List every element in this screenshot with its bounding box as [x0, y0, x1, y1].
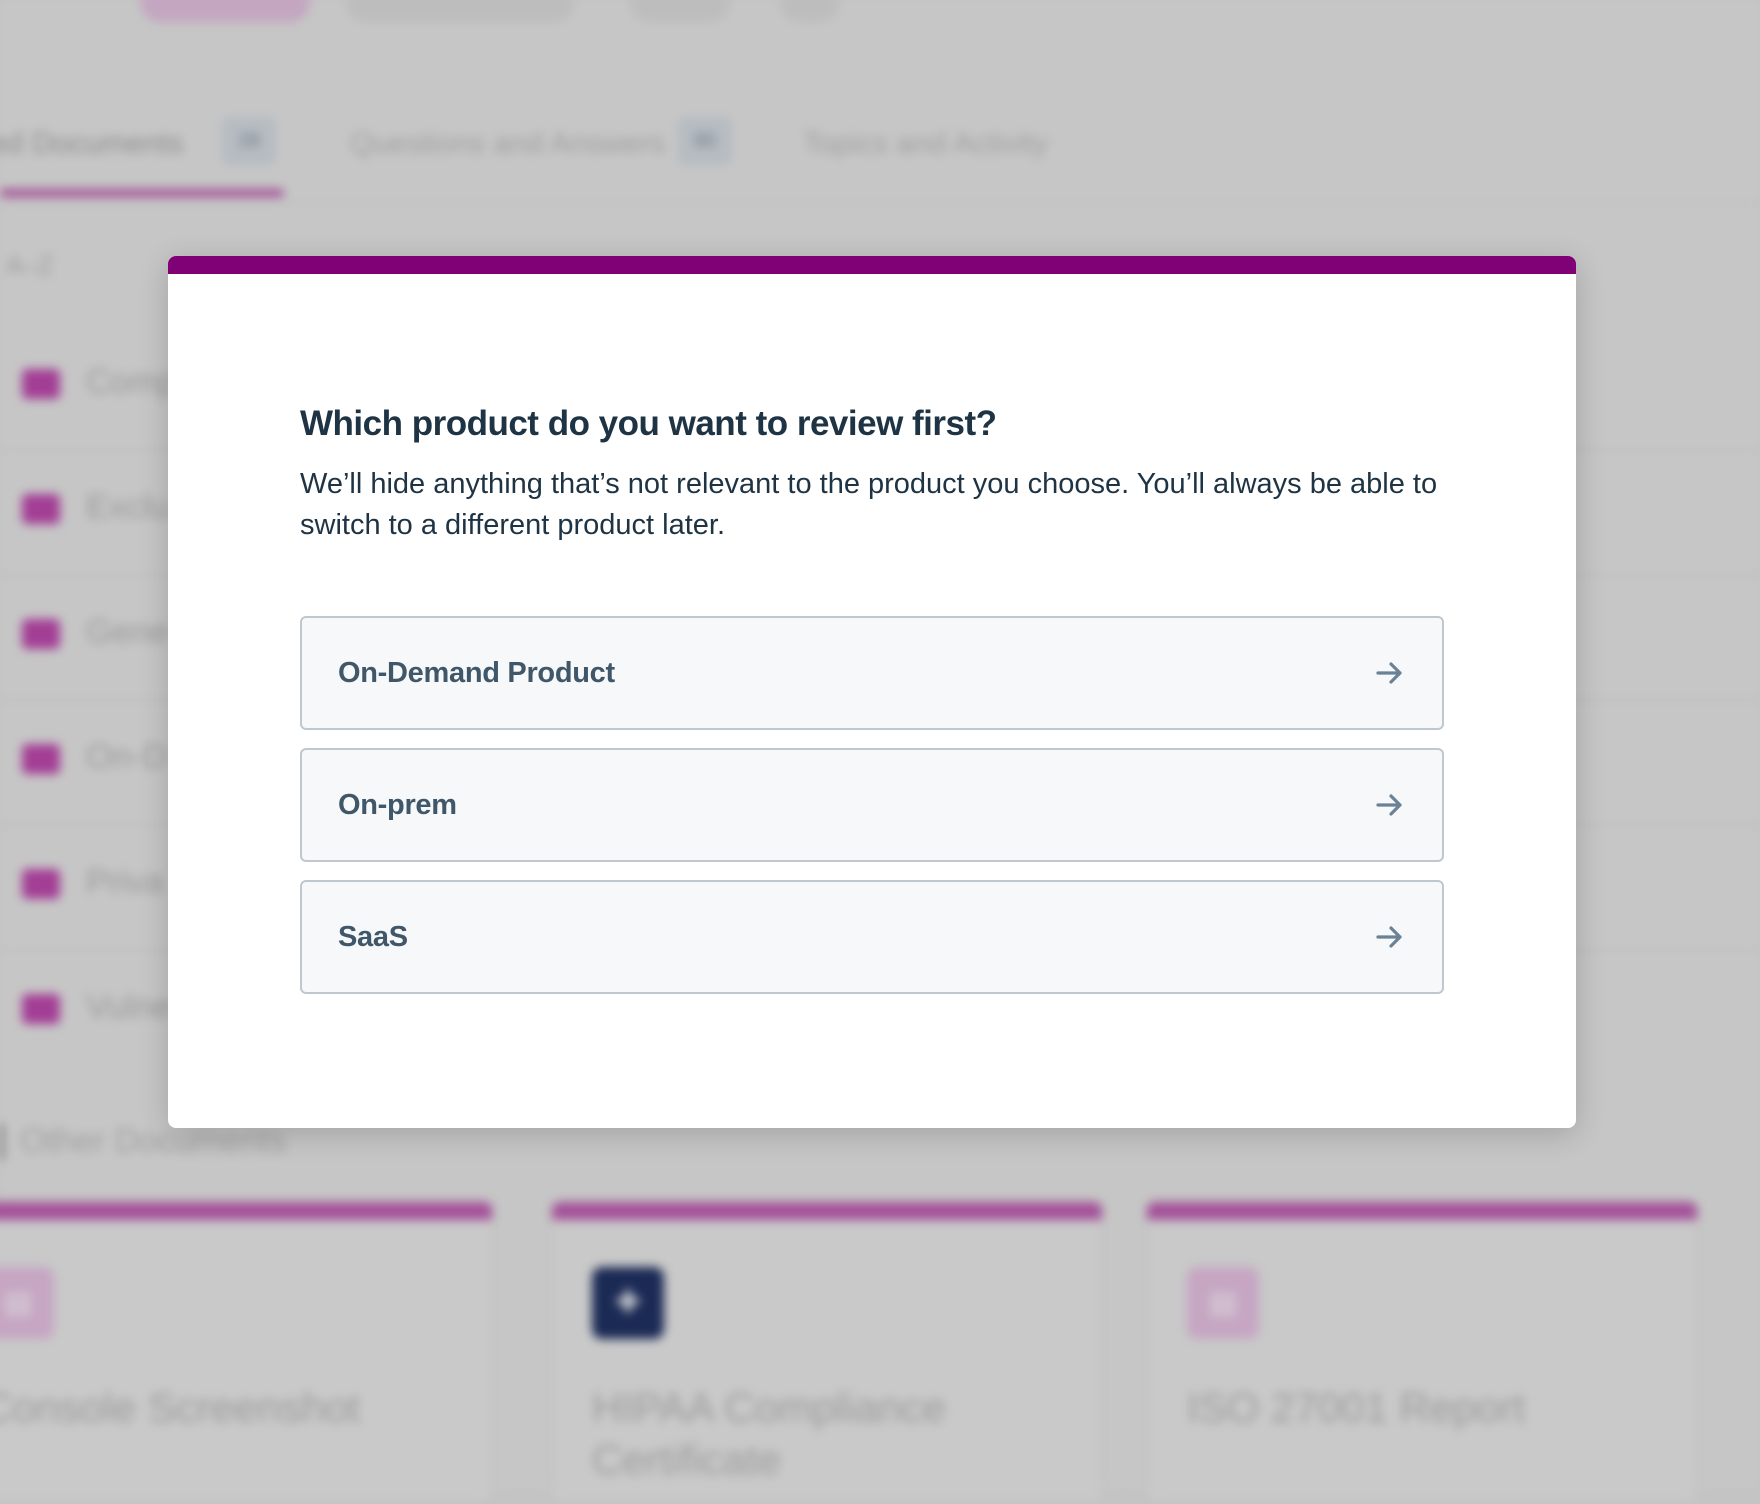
document-card: ✚ HIPAA Compliance Certificate — [550, 1200, 1104, 1504]
folder-label: Comp — [86, 363, 177, 401]
folder-icon — [22, 369, 60, 399]
folder-icon — [22, 869, 60, 899]
card-accent-bar — [1147, 1202, 1697, 1220]
card-title: ISO 27001 Report — [1187, 1384, 1526, 1431]
card-accent-bar — [0, 1202, 492, 1220]
option-label: On-prem — [338, 789, 457, 821]
section-marker — [0, 1124, 4, 1160]
folder-label: Exclu — [86, 488, 170, 526]
folder-label: On-D — [86, 738, 168, 776]
card-accent-bar — [552, 1202, 1102, 1220]
document-card: ▤ Console Screenshot — [0, 1200, 494, 1504]
option-label: SaaS — [338, 921, 408, 953]
top-nav-item — [630, 0, 730, 22]
option-saas[interactable]: SaaS — [300, 880, 1444, 994]
product-select-modal: Which product do you want to review firs… — [168, 256, 1576, 1128]
document-glyph-icon: ▤ — [1208, 1286, 1238, 1319]
document-card: ▤ ISO 27001 Report — [1145, 1200, 1699, 1504]
tab-documents-count: 28 — [222, 117, 276, 165]
tab-questions-count: 80 — [678, 117, 732, 165]
top-nav-pill — [140, 0, 310, 22]
top-nav-item — [780, 0, 840, 22]
certificate-icon: ✚ — [592, 1267, 664, 1339]
folder-icon — [22, 619, 60, 649]
folder-icon — [22, 994, 60, 1024]
modal-accent-bar — [168, 256, 1576, 274]
option-on-prem[interactable]: On-prem — [300, 748, 1444, 862]
folder-label: Vulne — [86, 988, 172, 1026]
tab-questions: Questions and Answers — [350, 127, 666, 160]
arrow-right-icon — [1376, 926, 1402, 948]
modal-description: We’ll hide anything that’s not relevant … — [300, 468, 1438, 541]
arrow-right-icon — [1376, 662, 1402, 684]
sort-control: A–Z — [6, 250, 54, 280]
option-label: On-Demand Product — [338, 657, 615, 689]
product-options: On-Demand Product On-prem SaaS — [300, 616, 1444, 1012]
option-on-demand-product[interactable]: On-Demand Product — [300, 616, 1444, 730]
document-icon: ▤ — [0, 1267, 54, 1339]
modal-title: Which product do you want to review firs… — [300, 404, 997, 443]
card-title: Console Screenshot — [0, 1384, 361, 1431]
folder-label: Gene — [86, 613, 170, 651]
background-tabs: ed Documents 28 Questions and Answers 80… — [0, 115, 1760, 205]
document-icon: ▤ — [1187, 1267, 1259, 1339]
card-title: HIPAA Compliance Certificate — [592, 1384, 947, 1483]
document-glyph-icon: ▤ — [3, 1286, 33, 1319]
arrow-right-icon — [1376, 794, 1402, 816]
tab-documents: ed Documents — [0, 127, 184, 160]
folder-icon — [22, 744, 60, 774]
folder-icon — [22, 494, 60, 524]
top-nav-item — [345, 0, 575, 22]
tabs-divider — [0, 201, 1760, 203]
tab-topics: Topics and Activity — [803, 127, 1049, 160]
active-tab-indicator — [0, 189, 284, 197]
certificate-glyph-icon: ✚ — [615, 1286, 641, 1319]
folder-label: Priva — [86, 863, 164, 901]
